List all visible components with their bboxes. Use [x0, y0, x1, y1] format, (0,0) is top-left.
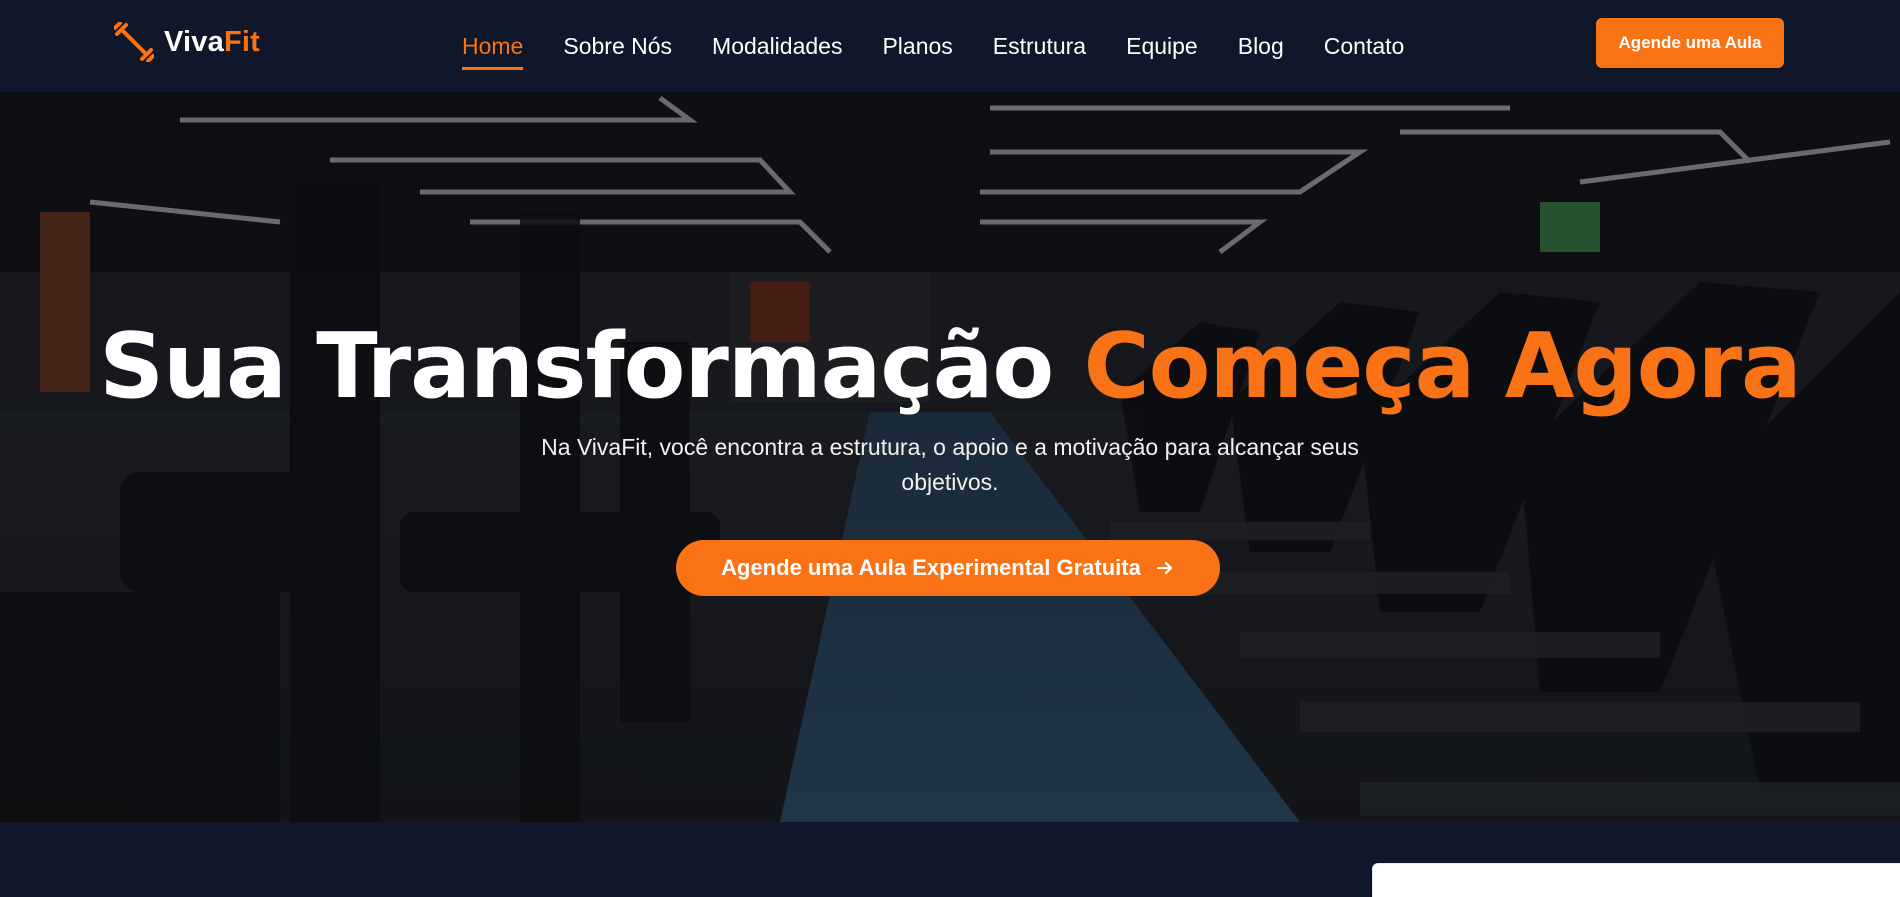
nav-blog[interactable]: Blog [1238, 25, 1284, 68]
nav-modalidades[interactable]: Modalidades [712, 25, 842, 68]
nav-contato[interactable]: Contato [1324, 25, 1405, 68]
hero-title-part2: Começa Agora [1083, 314, 1802, 419]
free-trial-button[interactable]: Agende uma Aula Experimental Gratuita [676, 540, 1220, 596]
free-trial-button-label: Agende uma Aula Experimental Gratuita [721, 555, 1141, 580]
brand-name-part2: Fit [223, 25, 260, 58]
dumbbell-icon [114, 22, 154, 62]
navbar: VivaFit Home Sobre Nós Modalidades Plano… [0, 0, 1900, 92]
nav-home[interactable]: Home [462, 25, 524, 70]
nav-planos[interactable]: Planos [882, 25, 952, 68]
hero-content: Sua Transformação Começa Agora Na VivaFi… [0, 92, 1900, 822]
nav-sobre-nos[interactable]: Sobre Nós [563, 25, 672, 68]
hero-title-part1: Sua Transformação [99, 314, 1054, 419]
nav-estrutura[interactable]: Estrutura [993, 25, 1086, 68]
hero-subtitle: Na VivaFit, você encontra a estrutura, o… [541, 434, 1359, 495]
schedule-class-button[interactable]: Agende uma Aula [1596, 18, 1784, 68]
hero-title: Sua Transformação Começa Agora [0, 322, 1900, 412]
nav-equipe[interactable]: Equipe [1126, 25, 1198, 68]
hero-section: Sua Transformação Começa Agora Na VivaFi… [0, 92, 1900, 822]
brand-name: VivaFit [164, 26, 260, 59]
main-nav: Home Sobre Nós Modalidades Planos Estrut… [462, 0, 1404, 92]
brand-name-part1: Viva [164, 25, 224, 58]
logo[interactable]: VivaFit [114, 22, 260, 62]
next-section [0, 822, 1900, 897]
arrow-right-icon [1156, 561, 1172, 575]
info-card [1372, 863, 1900, 897]
